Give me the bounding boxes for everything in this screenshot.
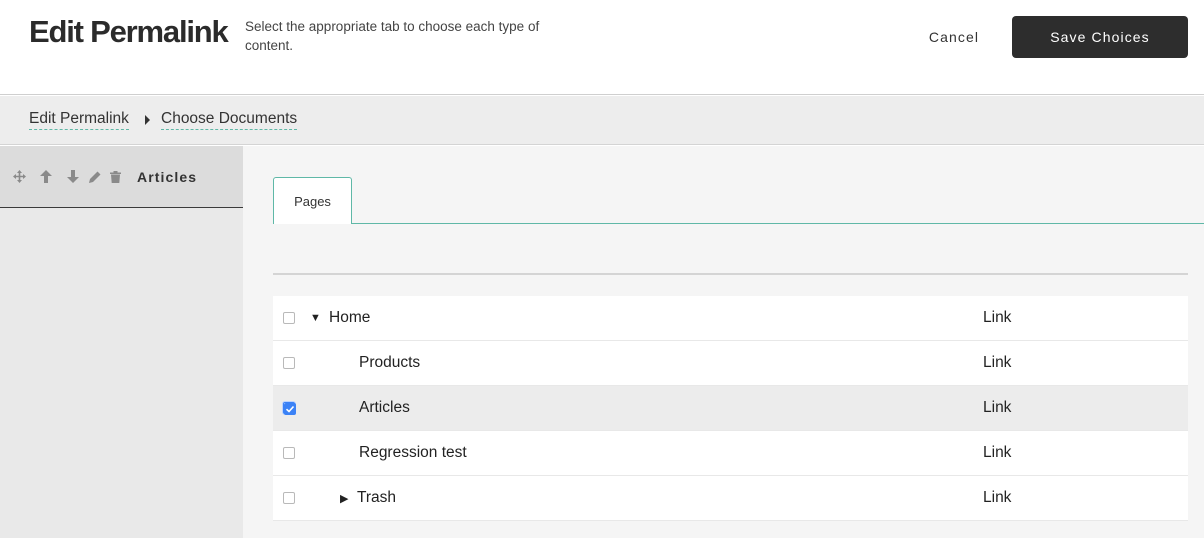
row-label[interactable]: Products	[359, 354, 420, 372]
save-choices-button[interactable]: Save Choices	[1012, 16, 1188, 58]
tab-pages[interactable]: Pages	[273, 177, 352, 224]
tree-row-home[interactable]: ▼ Home Link	[273, 296, 1188, 341]
caret-right-icon[interactable]: ▶	[340, 492, 348, 505]
page-title: Edit Permalink	[29, 14, 229, 49]
breadcrumb-choose-documents[interactable]: Choose Documents	[161, 110, 298, 130]
page-description: Select the appropriate tab to choose eac…	[245, 19, 540, 53]
row-label[interactable]: Home	[329, 309, 370, 327]
row-label[interactable]: Trash	[357, 489, 396, 507]
caret-down-icon[interactable]: ▼	[310, 312, 321, 324]
tree-divider	[273, 273, 1188, 275]
breadcrumb: Edit Permalink Choose Documents	[0, 96, 1204, 145]
breadcrumb-edit-permalink[interactable]: Edit Permalink	[29, 110, 129, 130]
document-tree: ▼ Home Link Products Link Articles Link …	[273, 296, 1188, 521]
tree-row-regression-test[interactable]: Regression test Link	[273, 431, 1188, 476]
row-label[interactable]: Regression test	[359, 444, 467, 462]
breadcrumb-separator-icon	[145, 115, 150, 125]
move-icon[interactable]	[13, 170, 26, 184]
row-link[interactable]: Link	[983, 354, 1011, 372]
row-link[interactable]: Link	[983, 309, 1011, 327]
left-item-label: Articles	[137, 169, 198, 185]
tree-row-articles[interactable]: Articles Link	[273, 386, 1188, 431]
row-checkbox-checked[interactable]	[283, 402, 296, 415]
page-header: Edit Permalink Select the appropriate ta…	[0, 0, 1204, 95]
arrow-down-icon[interactable]	[67, 170, 79, 184]
row-checkbox[interactable]	[283, 447, 295, 459]
trash-icon[interactable]	[110, 170, 122, 184]
row-checkbox[interactable]	[283, 312, 295, 324]
cancel-button[interactable]: Cancel	[918, 26, 990, 48]
arrow-up-icon[interactable]	[40, 170, 52, 184]
row-checkbox[interactable]	[283, 492, 295, 504]
row-checkbox[interactable]	[283, 357, 295, 369]
tree-row-trash[interactable]: ▶ Trash Link	[273, 476, 1188, 521]
tree-row-products[interactable]: Products Link	[273, 341, 1188, 386]
row-link[interactable]: Link	[983, 489, 1011, 507]
left-panel: Articles	[0, 146, 243, 538]
main-panel: Pages ▼ Home Link Products Link Articles…	[243, 146, 1204, 538]
selected-item-articles[interactable]: Articles	[0, 146, 243, 208]
row-link[interactable]: Link	[983, 444, 1011, 462]
pencil-icon[interactable]	[89, 170, 101, 184]
checkmark-icon	[284, 403, 296, 415]
tab-underline	[273, 223, 1204, 224]
row-link[interactable]: Link	[983, 399, 1011, 417]
row-label[interactable]: Articles	[359, 399, 410, 417]
